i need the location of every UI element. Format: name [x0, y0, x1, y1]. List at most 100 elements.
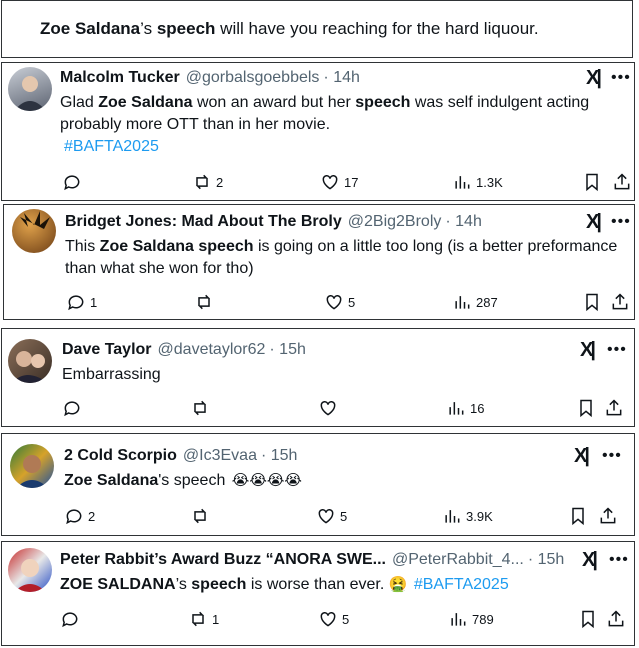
views-button[interactable]: 16: [446, 398, 484, 418]
like-icon: [320, 400, 336, 416]
timestamp[interactable]: · 14h: [445, 213, 481, 231]
author-name[interactable]: Dave Taylor: [62, 341, 152, 359]
bookmark-button[interactable]: [582, 292, 602, 312]
views-icon: [445, 510, 460, 523]
x-logo-icon: X|: [586, 67, 602, 89]
view-count: 287: [476, 294, 498, 310]
reply-button[interactable]: 2: [64, 506, 95, 526]
repost-count: 1: [212, 611, 220, 627]
repost-icon: [196, 174, 208, 190]
bookmark-button[interactable]: [568, 506, 588, 526]
tweet-text: Zoe Saldana's speech 😭😭😭😭: [64, 472, 302, 489]
repost-count: 2: [216, 174, 224, 190]
like-button[interactable]: [318, 398, 338, 418]
crying-emoji: 😭😭😭😭: [231, 472, 302, 489]
repost-button[interactable]: [194, 292, 214, 312]
like-button[interactable]: 5: [316, 506, 347, 526]
author-handle[interactable]: @gorbalsgoebbels: [186, 69, 320, 87]
author-handle[interactable]: @PeterRabbit_4...: [392, 551, 524, 569]
avatar[interactable]: [10, 444, 54, 488]
timestamp[interactable]: · 14h: [323, 69, 359, 87]
share-button[interactable]: [610, 292, 630, 312]
like-count: 5: [348, 294, 356, 310]
reply-count: 2: [88, 508, 96, 524]
timestamp[interactable]: · 15h: [528, 551, 564, 569]
repost-button[interactable]: [190, 398, 210, 418]
like-button[interactable]: 5: [318, 609, 349, 629]
views-button[interactable]: 287: [452, 292, 498, 312]
more-icon[interactable]: •••: [611, 69, 631, 87]
share-button[interactable]: [612, 172, 632, 192]
bookmark-button[interactable]: [578, 609, 598, 629]
x-logo-icon: X|: [580, 339, 596, 361]
repost-button[interactable]: 2: [192, 172, 223, 192]
views-button[interactable]: 3.9K: [442, 506, 493, 526]
like-count: 5: [340, 508, 348, 524]
timestamp[interactable]: · 15h: [269, 341, 305, 359]
bookmark-icon: [582, 610, 594, 629]
author-handle[interactable]: @Ic3Evaa: [183, 447, 257, 465]
share-icon: [612, 293, 628, 310]
author-name[interactable]: 2 Cold Scorpio: [64, 447, 177, 465]
view-count: 3.9K: [466, 508, 493, 524]
author-name[interactable]: Peter Rabbit’s Award Buzz “ANORA SWE...: [60, 551, 386, 569]
reply-button[interactable]: [60, 609, 80, 629]
view-count: 1.3K: [476, 174, 503, 190]
author-name[interactable]: Bridget Jones: Mad About The Broly: [65, 213, 342, 231]
bookmark-icon: [572, 507, 584, 526]
like-button[interactable]: 5: [324, 292, 355, 312]
reply-icon: [62, 612, 78, 628]
views-button[interactable]: 1.3K: [452, 172, 503, 192]
repost-icon: [192, 611, 204, 627]
avatar[interactable]: [8, 339, 52, 383]
avatar[interactable]: [12, 209, 56, 253]
views-icon: [449, 402, 464, 415]
more-icon[interactable]: •••: [609, 551, 629, 569]
views-icon: [455, 296, 470, 309]
avatar[interactable]: [8, 67, 52, 111]
author-handle[interactable]: @davetaylor62: [158, 341, 266, 359]
repost-icon: [198, 294, 210, 310]
hashtag-link[interactable]: #BAFTA2025: [414, 576, 509, 593]
more-icon[interactable]: •••: [607, 341, 627, 359]
headline-card: Zoe Saldana’s speech will have you reach…: [1, 0, 633, 58]
views-icon: [455, 176, 470, 189]
more-icon[interactable]: •••: [611, 213, 631, 231]
more-icon[interactable]: •••: [602, 447, 622, 465]
share-button[interactable]: [606, 609, 626, 629]
tweet-card[interactable]: Bridget Jones: Mad About The Broly @2Big…: [3, 204, 635, 320]
like-icon: [320, 611, 336, 627]
tweet-card[interactable]: Dave Taylor @davetaylor62 · 15h X| ••• E…: [1, 328, 635, 427]
reply-button[interactable]: [62, 398, 82, 418]
vomit-emoji: 🤮: [388, 576, 408, 593]
like-icon: [326, 294, 342, 310]
tweet-card[interactable]: Peter Rabbit’s Award Buzz “ANORA SWE... …: [1, 541, 635, 646]
repost-button[interactable]: 1: [188, 609, 219, 629]
reply-button[interactable]: [62, 172, 82, 192]
like-button[interactable]: 17: [320, 172, 358, 192]
repost-button[interactable]: [190, 506, 210, 526]
repost-icon: [194, 400, 206, 416]
reply-button[interactable]: 1: [66, 292, 97, 312]
bookmark-button[interactable]: [582, 172, 602, 192]
share-button[interactable]: [598, 506, 618, 526]
reply-count: 1: [90, 294, 98, 310]
like-icon: [322, 174, 338, 190]
view-count: 16: [470, 400, 485, 416]
author-name[interactable]: Malcolm Tucker: [60, 69, 180, 87]
share-button[interactable]: [604, 398, 624, 418]
x-logo-icon: X|: [586, 211, 602, 233]
tweet-text: Glad Zoe Saldana won an award but her sp…: [60, 94, 590, 155]
x-logo-icon: X|: [574, 445, 590, 467]
bookmark-button[interactable]: [576, 398, 596, 418]
tweet-card[interactable]: 2 Cold Scorpio @Ic3Evaa · 15h X| ••• Zoe…: [1, 433, 635, 536]
author-handle[interactable]: @2Big2Broly: [348, 213, 442, 231]
avatar[interactable]: [8, 548, 52, 592]
tweet-card[interactable]: Malcolm Tucker @gorbalsgoebbels · 14h X|…: [1, 62, 635, 201]
like-icon: [318, 508, 334, 524]
views-button[interactable]: 789: [448, 609, 494, 629]
hashtag-link[interactable]: #BAFTA2025: [64, 138, 159, 155]
timestamp[interactable]: · 15h: [261, 447, 297, 465]
bookmark-icon: [580, 399, 592, 418]
share-icon: [608, 610, 624, 627]
